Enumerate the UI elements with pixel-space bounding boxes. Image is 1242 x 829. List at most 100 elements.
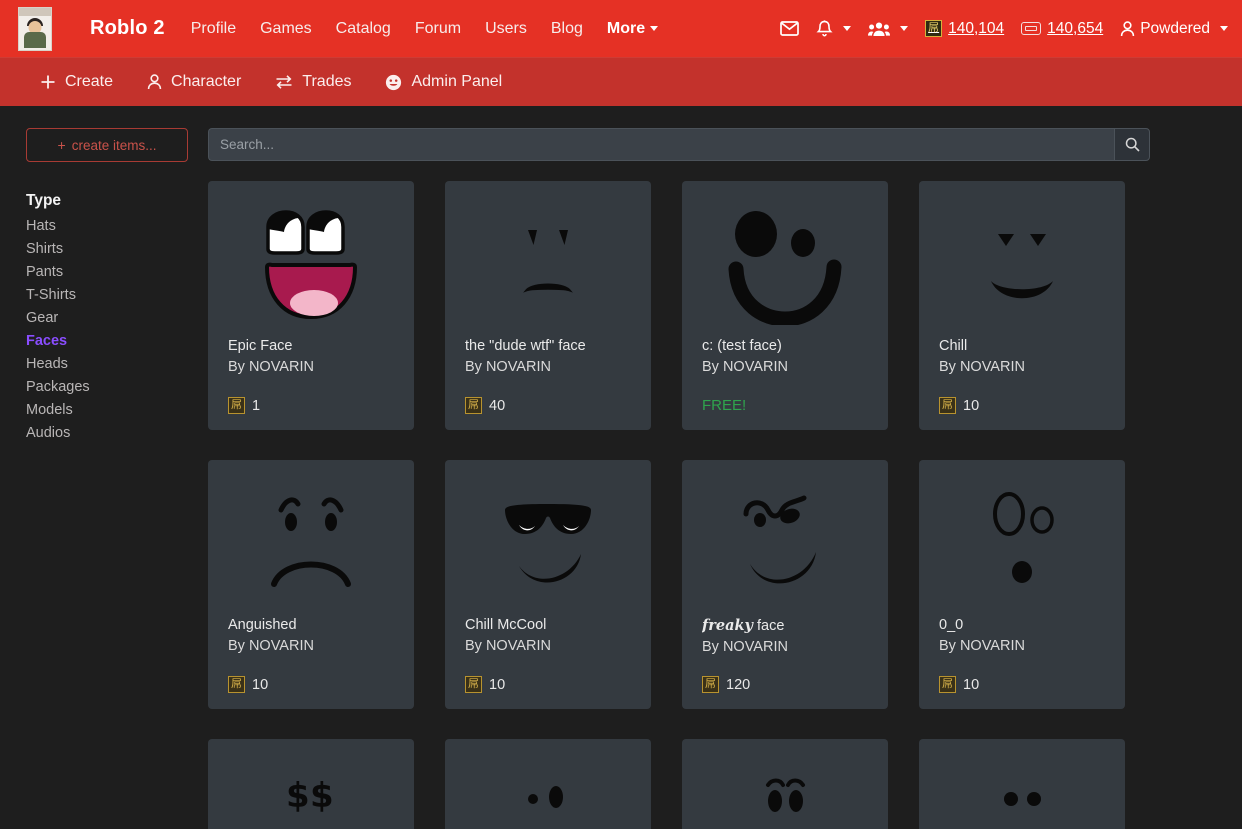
catalog-card[interactable]: Epic Face By NOVARIN 屌 1 bbox=[208, 181, 414, 430]
item-title: Chill McCool bbox=[465, 617, 547, 633]
sidebar-item-models[interactable]: Models bbox=[26, 401, 190, 420]
author-name: NOVARIN bbox=[722, 639, 788, 655]
brows-mouth-face-icon bbox=[766, 778, 805, 812]
catalog-card[interactable]: 0_0 By NOVARIN 屌 10 bbox=[919, 460, 1125, 709]
notifications-button[interactable] bbox=[816, 19, 852, 38]
price-amount: 10 bbox=[489, 676, 506, 693]
facet-title: Type bbox=[26, 192, 62, 209]
catalog-card[interactable] bbox=[682, 739, 888, 829]
item-title: Chill bbox=[939, 338, 968, 354]
catalog-card[interactable]: c: (test face) By NOVARIN FREE! bbox=[682, 181, 888, 430]
author-prefix: By bbox=[939, 638, 960, 654]
nav-link-catalog[interactable]: Catalog bbox=[336, 20, 391, 38]
sidebar-item-gear[interactable]: Gear bbox=[26, 309, 190, 328]
nav-link-profile[interactable]: Profile bbox=[191, 20, 236, 38]
item-title-rest: face bbox=[752, 618, 785, 634]
robux-icon: 屌 bbox=[465, 676, 482, 693]
catalog-card[interactable] bbox=[919, 739, 1125, 829]
catalog-card[interactable]: $ $ bbox=[208, 739, 414, 829]
subnav-admin-panel[interactable]: Admin Panel bbox=[385, 73, 502, 91]
catalog-card[interactable] bbox=[445, 739, 651, 829]
sidebar-item-heads[interactable]: Heads bbox=[26, 355, 190, 374]
robux-icon: 屌 bbox=[939, 397, 956, 414]
robux-icon: 屌 bbox=[939, 676, 956, 693]
avatar[interactable] bbox=[18, 6, 52, 51]
item-price: 屌 10 bbox=[228, 676, 394, 699]
price-amount: 120 bbox=[726, 676, 751, 693]
sidebar-item-faces[interactable]: Faces bbox=[26, 332, 190, 351]
person-icon bbox=[147, 74, 162, 90]
author-prefix: By bbox=[465, 359, 486, 375]
sidebar-item-t-shirts[interactable]: T-Shirts bbox=[26, 286, 190, 305]
catalog-card[interactable]: Anguished By NOVARIN 屌 10 bbox=[208, 460, 414, 709]
create-items-button[interactable]: + create items... bbox=[26, 128, 188, 162]
item-price: FREE! bbox=[702, 397, 868, 420]
item-thumbnail bbox=[933, 472, 1111, 616]
sidebar-item-pants[interactable]: Pants bbox=[26, 263, 190, 282]
sidebar-item-shirts[interactable]: Shirts bbox=[26, 240, 190, 259]
people-icon bbox=[868, 22, 891, 36]
item-price: 屌 10 bbox=[465, 676, 631, 699]
item-thumbnail bbox=[459, 751, 637, 829]
catalog-grid: Epic Face By NOVARIN 屌 1 the "dude wtf" … bbox=[208, 181, 1150, 829]
brand-logo[interactable]: Roblo 2 bbox=[90, 17, 165, 40]
nav-link-more[interactable]: More bbox=[607, 20, 659, 38]
chevron-down-icon bbox=[900, 26, 909, 31]
user-menu-button[interactable]: Powdered bbox=[1120, 20, 1228, 38]
sidebar-item-hats[interactable]: Hats bbox=[26, 217, 190, 236]
subnav-trades-label: Trades bbox=[302, 73, 352, 90]
catalog-card[interactable]: freaky face By NOVARIN 屌 120 bbox=[682, 460, 888, 709]
dots-table-face-icon bbox=[1004, 792, 1041, 806]
avatar-body bbox=[24, 31, 46, 48]
sidebar-item-packages[interactable]: Packages bbox=[26, 378, 190, 397]
subnav-character-label: Character bbox=[171, 73, 242, 90]
navbar-right: 屌 140,104 140,654 Powdered bbox=[780, 20, 1228, 38]
ticket-icon bbox=[1021, 22, 1042, 35]
tix-balance[interactable]: 140,654 bbox=[1021, 20, 1103, 38]
catalog-card[interactable]: the "dude wtf" face By NOVARIN 屌 40 bbox=[445, 181, 651, 430]
author-prefix: By bbox=[465, 638, 486, 654]
item-title: the "dude wtf" face bbox=[465, 338, 586, 354]
username-label: Powdered bbox=[1140, 19, 1210, 37]
catalog-content: Epic Face By NOVARIN 屌 1 the "dude wtf" … bbox=[208, 128, 1242, 829]
item-thumbnail: $ $ bbox=[222, 751, 400, 829]
nav-link-blog[interactable]: Blog bbox=[551, 20, 583, 38]
chevron-down-icon bbox=[650, 25, 659, 31]
smiley-icon bbox=[386, 74, 402, 90]
item-author: By NOVARIN bbox=[939, 357, 1105, 377]
author-name: NOVARIN bbox=[959, 359, 1025, 375]
author-name: NOVARIN bbox=[959, 638, 1025, 654]
catalog-card[interactable]: Chill By NOVARIN 屌 10 bbox=[919, 181, 1125, 430]
item-title: 0_0 bbox=[939, 617, 964, 633]
messages-button[interactable] bbox=[780, 21, 799, 36]
item-title: freaky face bbox=[702, 616, 868, 636]
subnav-trades[interactable]: Trades bbox=[275, 73, 351, 91]
subnav-character[interactable]: Character bbox=[147, 73, 241, 91]
item-thumbnail bbox=[222, 472, 400, 616]
price-free-label: FREE! bbox=[702, 397, 747, 414]
search-button[interactable] bbox=[1114, 128, 1150, 161]
subnav-create[interactable]: Create bbox=[40, 73, 113, 91]
anguished-face-icon bbox=[271, 497, 351, 587]
nav-link-users[interactable]: Users bbox=[485, 20, 527, 38]
catalog-card[interactable]: Chill McCool By NOVARIN 屌 10 bbox=[445, 460, 651, 709]
freaky-face-icon bbox=[743, 495, 816, 584]
chill-mccool-face-icon bbox=[505, 504, 591, 583]
sidebar-item-audios[interactable]: Audios bbox=[26, 424, 190, 443]
item-author: By NOVARIN bbox=[228, 636, 394, 656]
author-name: NOVARIN bbox=[248, 638, 314, 654]
robux-balance[interactable]: 屌 140,104 bbox=[925, 20, 1004, 38]
chevron-down-icon bbox=[1220, 26, 1228, 31]
author-prefix: By bbox=[702, 639, 723, 655]
robux-icon: 屌 bbox=[228, 397, 245, 414]
search-input[interactable] bbox=[208, 128, 1114, 161]
create-items-label: create items... bbox=[71, 138, 157, 153]
friends-button[interactable] bbox=[868, 21, 909, 37]
nav-link-games[interactable]: Games bbox=[260, 20, 312, 38]
plus-icon: + bbox=[57, 137, 66, 153]
svg-text:$: $ bbox=[286, 776, 310, 816]
item-author: By NOVARIN bbox=[465, 357, 631, 377]
nav-link-forum[interactable]: Forum bbox=[415, 20, 461, 38]
robux-icon: 屌 bbox=[925, 20, 943, 37]
item-author: By NOVARIN bbox=[702, 357, 868, 377]
